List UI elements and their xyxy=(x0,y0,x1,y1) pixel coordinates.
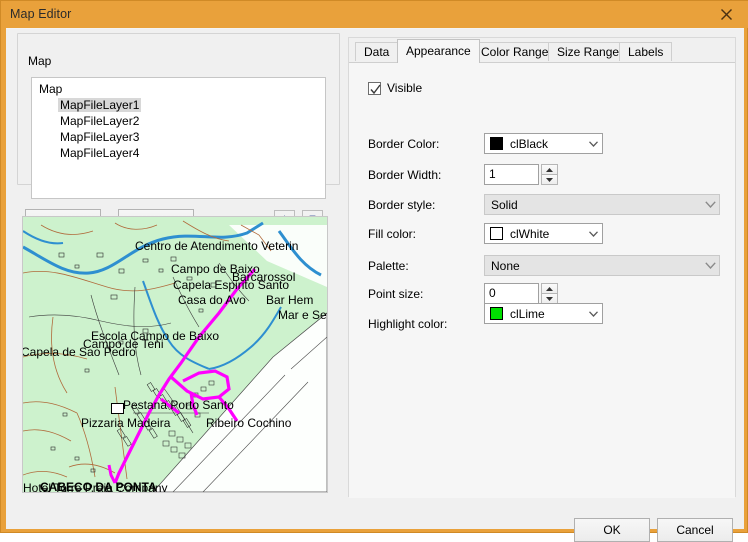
dialog-client-area: Map Map MapFileLayer1 MapFileLayer2 MapF… xyxy=(6,28,744,529)
border-width-stepper[interactable]: 1 xyxy=(484,164,558,185)
tree-item-mapfilelayer3[interactable]: MapFileLayer3 xyxy=(58,130,141,144)
border-width-input[interactable]: 1 xyxy=(484,164,539,185)
border-color-value: clBlack xyxy=(510,137,585,151)
visible-checkbox-box[interactable] xyxy=(368,82,381,95)
tab-appearance[interactable]: Appearance xyxy=(397,39,480,63)
border-style-combo[interactable]: Solid xyxy=(484,194,720,215)
title-bar: Map Editor xyxy=(1,1,748,28)
border-width-decrement-button[interactable] xyxy=(541,175,558,185)
border-color-swatch xyxy=(490,137,503,150)
tab-data[interactable]: Data xyxy=(355,42,398,61)
fill-color-combo[interactable]: clWhite xyxy=(484,223,603,244)
chevron-down-icon[interactable] xyxy=(585,141,602,147)
border-width-increment-button[interactable] xyxy=(541,164,558,175)
spinner-down-icon xyxy=(546,178,553,182)
border-width-spin-buttons[interactable] xyxy=(541,164,558,185)
fill-color-value: clWhite xyxy=(510,227,585,241)
chevron-down-icon[interactable] xyxy=(702,262,719,269)
highlight-color-swatch xyxy=(490,307,503,320)
window-title: Map Editor xyxy=(10,7,71,21)
palette-value: None xyxy=(491,259,702,273)
ok-button[interactable]: OK xyxy=(574,518,650,542)
chevron-down-icon[interactable] xyxy=(702,201,719,208)
tree-item-mapfilelayer2[interactable]: MapFileLayer2 xyxy=(58,114,141,128)
point-size-stepper[interactable]: 0 xyxy=(484,283,558,304)
layer-tree[interactable]: Map MapFileLayer1 MapFileLayer2 MapFileL… xyxy=(31,77,326,199)
check-icon xyxy=(370,84,381,95)
spinner-down-icon xyxy=(546,297,553,301)
border-style-label: Border style: xyxy=(368,198,435,212)
border-style-value: Solid xyxy=(491,198,702,212)
tree-item-mapfilelayer4[interactable]: MapFileLayer4 xyxy=(58,146,141,160)
cancel-button[interactable]: Cancel xyxy=(657,518,733,542)
properties-panel: Data Appearance Color Ranges Size Ranges… xyxy=(348,37,736,497)
spinner-up-icon xyxy=(546,287,553,291)
point-size-input[interactable]: 0 xyxy=(484,283,539,304)
point-size-label: Point size: xyxy=(368,287,423,301)
fill-color-label: Fill color: xyxy=(368,227,416,241)
highlight-color-value: clLime xyxy=(510,307,585,321)
border-color-label: Border Color: xyxy=(368,137,439,151)
map-graphic xyxy=(23,217,327,492)
tree-item-mapfilelayer1[interactable]: MapFileLayer1 xyxy=(58,98,141,112)
highlight-color-combo[interactable]: clLime xyxy=(484,303,603,324)
map-groupbox-label: Map xyxy=(25,55,54,68)
tree-root-node[interactable]: Map xyxy=(39,82,62,96)
spinner-up-icon xyxy=(546,168,553,172)
map-poi-marker xyxy=(111,403,124,414)
tabstrip: Data Appearance Color Ranges Size Ranges… xyxy=(349,38,735,60)
visible-checkbox-label: Visible xyxy=(387,81,422,95)
point-size-spin-buttons[interactable] xyxy=(541,283,558,304)
point-size-increment-button[interactable] xyxy=(541,283,558,294)
chevron-down-icon[interactable] xyxy=(585,231,602,237)
appearance-tab-panel xyxy=(349,62,735,498)
fill-color-swatch xyxy=(490,227,503,240)
visible-checkbox[interactable]: Visible xyxy=(368,81,422,95)
highlight-color-label: Highlight color: xyxy=(368,317,447,331)
close-icon xyxy=(719,7,734,22)
palette-label: Palette: xyxy=(368,259,409,273)
border-color-combo[interactable]: clBlack xyxy=(484,133,603,154)
border-width-label: Border Width: xyxy=(368,168,441,182)
palette-combo[interactable]: None xyxy=(484,255,720,276)
map-preview[interactable]: Centro de Atendimento Veterin Campo de B… xyxy=(22,216,328,493)
chevron-down-icon[interactable] xyxy=(585,311,602,317)
close-button[interactable] xyxy=(703,1,748,28)
tab-labels[interactable]: Labels xyxy=(619,42,672,61)
map-editor-window: Map Editor Map Map MapFileLayer1 MapFile… xyxy=(0,0,748,533)
